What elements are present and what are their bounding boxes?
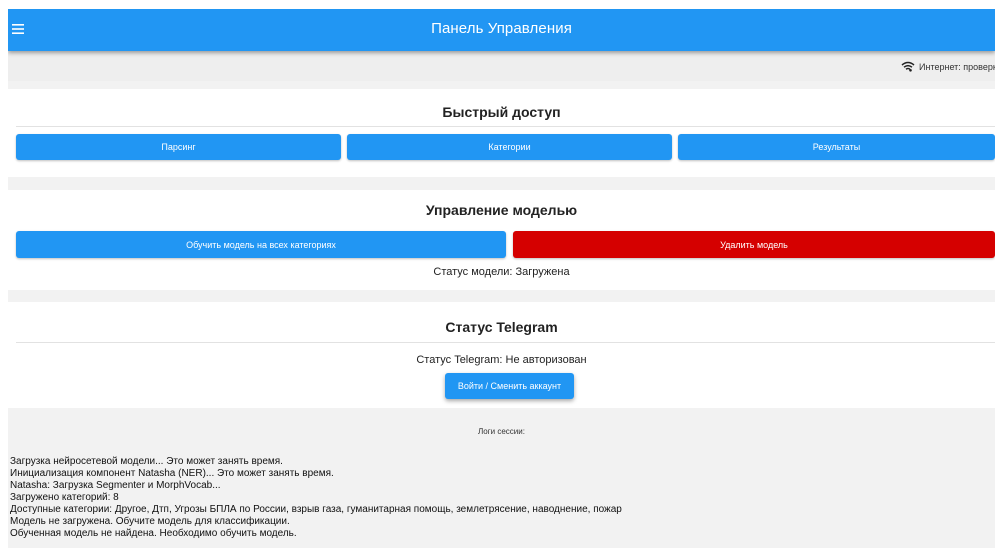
model-management-title: Управление моделью	[425, 202, 578, 218]
telegram-divider	[16, 342, 995, 343]
log-line: Обученная модель не найдена. Необходимо …	[10, 528, 297, 539]
log-line: Natasha: Загрузка Segmenter и MorphVocab…	[10, 480, 221, 491]
telegram-title: Статус Telegram	[445, 319, 558, 335]
logs-label: Логи сессии:	[478, 427, 525, 436]
parsing-button[interactable]: Парсинг	[16, 134, 341, 160]
model-management-card: Управление моделью Обучить модель на все…	[8, 190, 995, 290]
quick-access-title: Быстрый доступ	[442, 104, 561, 120]
delete-model-button[interactable]: Удалить модель	[513, 231, 995, 258]
log-line: Загрузка нейросетевой модели... Это може…	[10, 456, 283, 467]
quick-access-card: Быстрый доступ Парсинг Категории Результ…	[8, 89, 995, 177]
log-lines: Загрузка нейросетевой модели... Это може…	[10, 456, 622, 540]
session-logs: Логи сессии: Загрузка нейросетевой модел…	[8, 408, 995, 548]
telegram-login-button[interactable]: Войти / Сменить аккаунт	[445, 373, 574, 399]
wifi-icon	[901, 61, 915, 72]
telegram-card: Статус Telegram Статус Telegram: Не авто…	[8, 302, 995, 408]
log-line: Инициализация компонент Natasha (NER)...…	[10, 468, 334, 479]
log-line: Загружено категорий: 8	[10, 492, 119, 503]
app-bar: Панель Управления	[8, 9, 995, 51]
quick-access-divider	[16, 126, 995, 127]
app-window: Панель Управления Интернет: проверка Быс…	[8, 9, 995, 548]
status-strip	[8, 51, 995, 81]
train-model-button[interactable]: Обучить модель на всех категориях	[16, 231, 506, 258]
log-line: Модель не загружена. Обучите модель для …	[10, 516, 290, 527]
telegram-status-text: Статус Telegram: Не авторизован	[416, 354, 587, 366]
internet-status: Интернет: проверка	[901, 61, 995, 72]
internet-status-text: Интернет: проверка	[919, 61, 995, 72]
model-status-text: Статус модели: Загружена	[433, 266, 570, 278]
log-line: Доступные категории: Другое, Дтп, Угрозы…	[10, 504, 622, 515]
categories-button[interactable]: Категории	[347, 134, 672, 160]
app-title: Панель Управления	[431, 20, 572, 37]
results-button[interactable]: Результаты	[678, 134, 995, 160]
